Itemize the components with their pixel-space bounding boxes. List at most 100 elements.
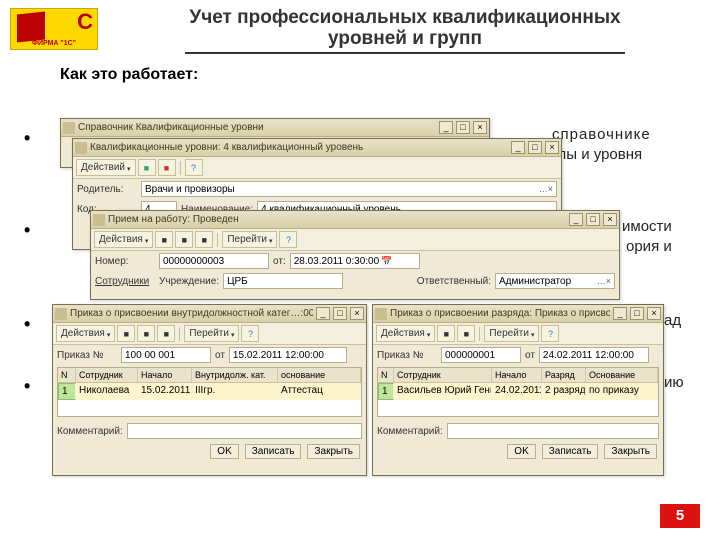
maximize-button[interactable]: □ (586, 213, 600, 226)
close-button[interactable]: × (350, 307, 364, 320)
order-number-field[interactable]: 000000001 (441, 347, 521, 363)
rank-grid[interactable]: N Сотрудник Начало Разряд Основание 1 Ва… (377, 367, 659, 417)
bullet: • (24, 128, 30, 149)
toolbar-btn[interactable]: ■ (137, 325, 155, 342)
page-title-line1: Учет профессиональных квалификационных (189, 7, 620, 28)
date-field[interactable]: 15.02.2011 12:00:00 (229, 347, 347, 363)
responsible-field[interactable]: Администратор…× (495, 273, 615, 289)
bg-text: ория и (626, 238, 672, 255)
date-field[interactable]: 24.02.2011 12:00:00 (539, 347, 649, 363)
grid-row[interactable]: 1 Николаева 15.02.2011 IIIгр. Аттестац (58, 383, 361, 400)
toolbar: Действия ■ ■ ■ Перейти ? (91, 229, 619, 251)
grid-header: Сотрудник (76, 368, 138, 382)
close-button[interactable]: × (545, 141, 559, 154)
page-subtitle: Как это работает: (60, 66, 198, 84)
close-button[interactable]: Закрыть (307, 444, 360, 459)
grid-row[interactable]: 1 Васильев Юрий Геннадьевич 24.02.2011 2… (378, 383, 658, 400)
close-button[interactable]: × (473, 121, 487, 134)
field-label-date: от (525, 350, 535, 361)
grid-header: N (58, 368, 76, 382)
maximize-button[interactable]: □ (630, 307, 644, 320)
ok-button[interactable]: OK (210, 444, 238, 459)
save-button[interactable]: Записать (245, 444, 302, 459)
window-icon (63, 122, 75, 134)
toolbar: Действий ■ ■ ? (73, 157, 561, 179)
brand-text: ФИРМА "1С" (11, 40, 97, 47)
minimize-button[interactable]: _ (316, 307, 330, 320)
actions-dropdown[interactable]: Действий (76, 159, 136, 176)
close-button[interactable]: × (603, 213, 617, 226)
minimize-button[interactable]: _ (439, 121, 453, 134)
window-icon (93, 214, 105, 226)
maximize-button[interactable]: □ (456, 121, 470, 134)
goto-dropdown[interactable]: Перейти (484, 325, 539, 342)
close-button[interactable]: × (647, 307, 661, 320)
order-number-field[interactable]: 100 00 001 (121, 347, 211, 363)
goto-dropdown[interactable]: Перейти (184, 325, 239, 342)
toolbar-btn[interactable]: ■ (437, 325, 455, 342)
employees-grid[interactable]: N Сотрудник Начало Внутридолж. кат. осно… (57, 367, 362, 417)
grid-header: Сотрудник (394, 368, 492, 382)
actions-dropdown[interactable]: Действия (94, 231, 153, 248)
window-title: Справочник Квалификационные уровни (78, 122, 436, 133)
toolbar-btn[interactable]: ■ (195, 231, 213, 248)
window-icon (75, 142, 87, 154)
maximize-button[interactable]: □ (528, 141, 542, 154)
bullet: • (24, 376, 30, 397)
separator (217, 233, 218, 247)
close-button[interactable]: Закрыть (604, 444, 657, 459)
field-label-ordernum: Приказ № (57, 350, 117, 361)
brand-logo: С ФИРМА "1С" (10, 8, 98, 50)
grid-header: Разряд (542, 368, 586, 382)
date-field[interactable]: 28.03.2011 0:30:00📅 (290, 253, 420, 269)
help-button[interactable]: ? (185, 159, 203, 176)
ok-button[interactable]: OK (507, 444, 535, 459)
parent-field[interactable]: Врачи и провизоры…× (141, 181, 557, 197)
toolbar-btn[interactable]: ■ (175, 231, 193, 248)
number-field[interactable]: 00000000003 (159, 253, 269, 269)
toolbar-btn[interactable]: ■ (117, 325, 135, 342)
help-button[interactable]: ? (279, 231, 297, 248)
field-label-num: Номер: (95, 256, 155, 267)
bg-text: ппы и уровня (550, 146, 642, 163)
field-label-date: от: (273, 256, 286, 267)
actions-dropdown[interactable]: Действия (56, 325, 115, 342)
actions-dropdown[interactable]: Действия (376, 325, 435, 342)
comment-field[interactable] (127, 423, 362, 439)
org-field[interactable]: ЦРБ (223, 273, 343, 289)
save-button[interactable]: Записать (542, 444, 599, 459)
bg-text: ию (664, 374, 684, 391)
logo-cube-icon (17, 12, 45, 43)
maximize-button[interactable]: □ (333, 307, 347, 320)
minimize-button[interactable]: _ (569, 213, 583, 226)
grid-header: Внутридолж. кат. (192, 368, 278, 382)
separator (479, 327, 480, 341)
help-button[interactable]: ? (541, 325, 559, 342)
field-label-date: от (215, 350, 225, 361)
grid-header: Основание (586, 368, 658, 382)
window-employment: Прием на работу: Проведен _ □ × Действия… (90, 210, 620, 300)
grid-header: основание (278, 368, 361, 382)
tab-employees[interactable]: Сотрудники (95, 276, 155, 287)
goto-dropdown[interactable]: Перейти (222, 231, 277, 248)
comment-field[interactable] (447, 423, 659, 439)
toolbar-btn[interactable]: ■ (457, 325, 475, 342)
window-order-rank: Приказ о присвоении разряда: Приказ о пр… (372, 304, 664, 476)
minimize-button[interactable]: _ (613, 307, 627, 320)
toolbar-btn[interactable]: ■ (138, 159, 156, 176)
toolbar-btn[interactable]: ■ (155, 231, 173, 248)
toolbar-btn[interactable]: ■ (158, 159, 176, 176)
minimize-button[interactable]: _ (511, 141, 525, 154)
toolbar: Действия ■ ■ ■ Перейти ? (53, 323, 366, 345)
toolbar-btn[interactable]: ■ (157, 325, 175, 342)
field-label-comment: Комментарий: (377, 426, 443, 437)
help-button[interactable]: ? (241, 325, 259, 342)
toolbar: Действия ■ ■ Перейти ? (373, 323, 663, 345)
page-title-line2: уровней и групп (328, 28, 482, 49)
grid-header: N (378, 368, 394, 382)
bg-text: справочнике (552, 126, 651, 143)
window-order-category: Приказ о присвоении внутридолжностной ка… (52, 304, 367, 476)
window-icon (375, 308, 387, 320)
bullet: • (24, 314, 30, 335)
window-title: Приказ о присвоении разряда: Приказ о пр… (390, 308, 610, 319)
